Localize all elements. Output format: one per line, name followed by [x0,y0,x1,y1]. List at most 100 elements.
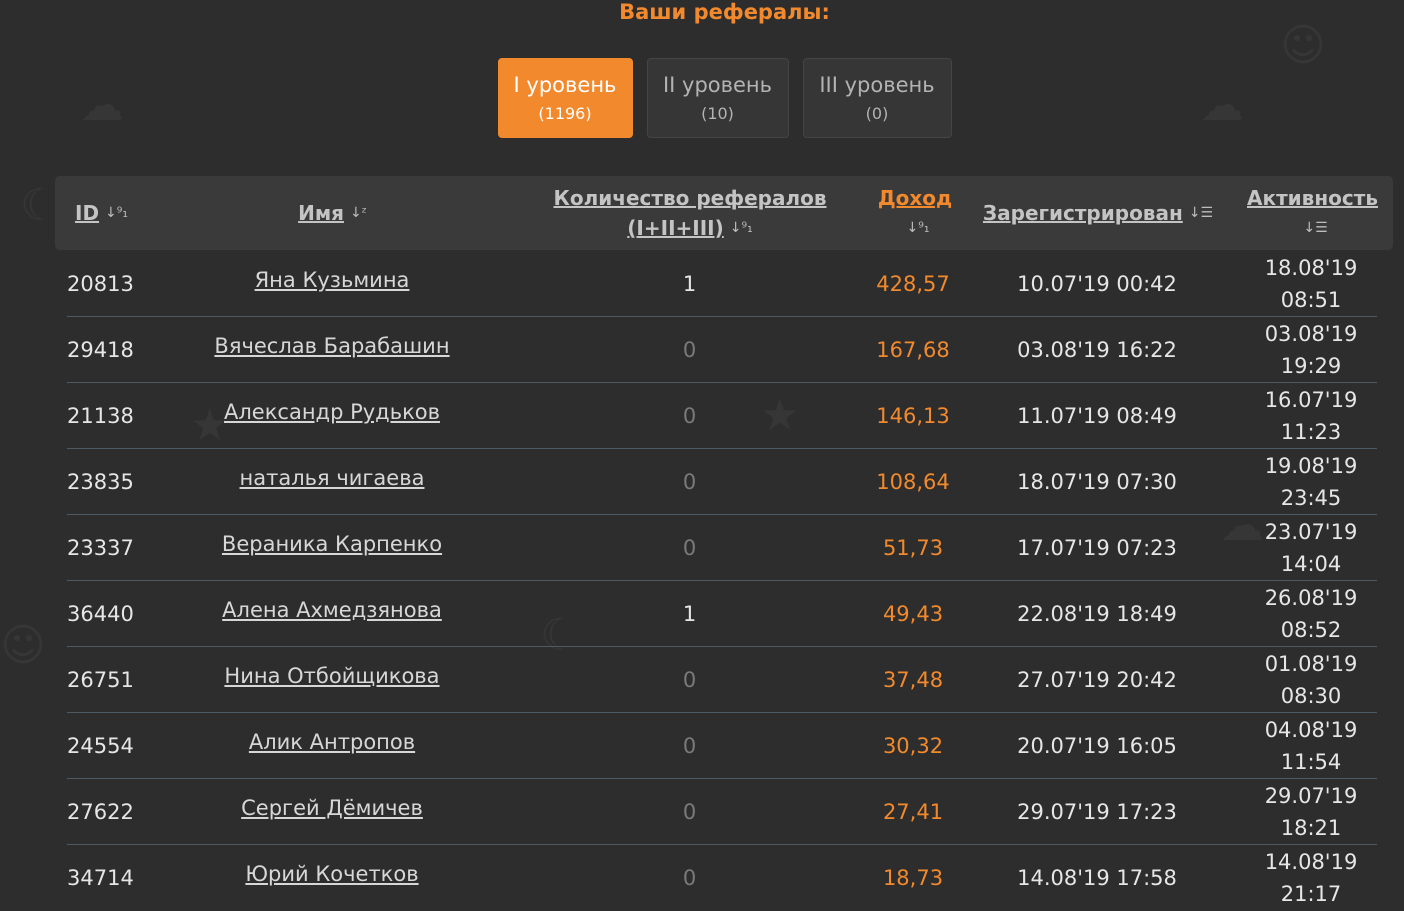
cell-income: 37,48 [882,668,944,692]
table-row: 23337 Вераника Карпенко 0 51,73 17.07'19 07:… [67,515,1377,581]
cell-income: 146,13 [876,404,950,428]
referral-name-link[interactable]: Вячеслав Барабашин [214,334,449,358]
activity-date: 14.08'19 [1264,850,1358,874]
cell-id: 24554 [67,734,134,758]
cell-income: 108,64 [876,470,950,494]
column-header-income[interactable]: Доход ↓⁹₁ [855,176,975,250]
cell-id: 27622 [67,800,134,824]
cell-income: 167,68 [876,338,950,362]
cell-registered: 29.07'19 17:23 [1017,800,1177,824]
tab-level-3[interactable]: III уровень (0) [802,58,952,138]
column-label: Активность [1247,186,1378,210]
activity-time: 08:51 [1280,288,1342,312]
referral-name-link[interactable]: Александр Рудьков [224,400,440,424]
cell-name: Нина Отбойщикова [197,647,467,713]
column-header-activity[interactable]: Активность ↓☰ [1235,176,1390,250]
activity-time: 08:52 [1280,618,1342,642]
cell-referrals: 0 [682,734,697,758]
activity-date: 18.08'19 [1264,256,1358,280]
activity-time: 11:54 [1280,750,1342,774]
table-header: ID ↓⁹₁ Имя ↓ᶻ Количество рефералов (I+II… [55,176,1393,250]
column-label: Зарегистрирован [982,201,1183,225]
cell-referrals: 1 [682,272,697,296]
cell-registered: 22.08'19 18:49 [1017,602,1177,626]
activity-time: 19:29 [1280,354,1342,378]
activity-date: 19.08'19 [1264,454,1358,478]
referral-name-link[interactable]: Алена Ахмедзянова [222,598,442,622]
cell-registered: 18.07'19 07:30 [1017,470,1177,494]
cell-activity: 29.07'19 18:21 [1241,779,1381,845]
referral-name-link[interactable]: Алик Антропов [249,730,415,754]
cell-activity: 26.08'19 08:52 [1241,581,1381,647]
referral-name-link[interactable]: Яна Кузьмина [255,268,410,292]
cell-income: 30,32 [882,734,944,758]
cell-referrals: 0 [682,536,697,560]
tab-count: (1196) [538,104,592,123]
column-label: ID [75,201,100,225]
table-row: 36440 Алена Ахмедзянова 1 49,43 22.08'19 18:… [67,581,1377,647]
column-header-id[interactable]: ID ↓⁹₁ [63,176,155,250]
referral-name-link[interactable]: Юрий Кочетков [245,862,418,886]
sort-alpha-icon: ↓ᶻ [350,205,367,221]
activity-time: 14:04 [1280,552,1342,576]
cell-referrals: 0 [682,470,697,494]
cell-name: Алена Ахмедзянова [197,581,467,647]
referral-name-link[interactable]: Нина Отбойщикова [224,664,439,688]
cell-registered: 17.07'19 07:23 [1017,536,1177,560]
column-header-name[interactable]: Имя ↓ᶻ [185,176,480,250]
cell-registered: 27.07'19 20:42 [1017,668,1177,692]
table-row: 29418 Вячеслав Барабашин 0 167,68 03.08'19 1… [67,317,1377,383]
cell-name: Сергей Дёмичев [197,779,467,845]
section-title: Ваши рефералы: [619,0,830,24]
sort-numeric-icon: ↓⁹₁ [906,220,930,236]
cell-registered: 10.07'19 00:42 [1017,272,1177,296]
cell-name: Вячеслав Барабашин [197,317,467,383]
activity-date: 29.07'19 [1264,784,1358,808]
sort-numeric-icon: ↓⁹₁ [105,205,129,221]
cell-income: 18,73 [882,866,944,890]
column-label: Доход [877,186,953,210]
sort-numeric-icon: ↓⁹₁ [729,220,753,236]
cell-id: 29418 [67,338,134,362]
cell-referrals: 0 [682,800,697,824]
referrals-table-body: 20813 Яна Кузьмина 1 428,57 10.07'19 00:42 18… [67,251,1377,911]
table-row: 27622 Сергей Дёмичев 0 27,41 29.07'19 17:23 2… [67,779,1377,845]
column-header-registered[interactable]: Зарегистрирован ↓☰ [973,176,1223,250]
cell-activity: 03.08'19 19:29 [1241,317,1381,383]
cell-referrals: 0 [682,668,697,692]
activity-date: 26.08'19 [1264,586,1358,610]
cell-activity: 19.08'19 23:45 [1241,449,1381,515]
tab-level-1[interactable]: I уровень (1196) [497,58,633,138]
referral-name-link[interactable]: Сергей Дёмичев [241,796,423,820]
table-row: 26751 Нина Отбойщикова 0 37,48 27.07'19 20:4… [67,647,1377,713]
cell-name: наталья чигаева [197,449,467,515]
cell-name: Александр Рудьков [197,383,467,449]
tab-level-2[interactable]: II уровень (10) [646,58,789,138]
activity-date: 01.08'19 [1264,652,1358,676]
referral-name-link[interactable]: Вераника Карпенко [222,532,442,556]
cell-name: Юрий Кочетков [197,845,467,911]
activity-time: 21:17 [1280,882,1342,906]
cell-income: 27,41 [882,800,944,824]
cell-income: 51,73 [882,536,944,560]
activity-time: 18:21 [1280,816,1342,840]
table-row: 24554 Алик Антропов 0 30,32 20.07'19 16:05 04… [67,713,1377,779]
cell-registered: 14.08'19 17:58 [1017,866,1177,890]
cell-income: 428,57 [876,272,950,296]
column-label: Имя [298,201,345,225]
activity-time: 23:45 [1280,486,1342,510]
activity-time: 11:23 [1280,420,1342,444]
cell-activity: 14.08'19 21:17 [1241,845,1381,911]
referral-name-link[interactable]: наталья чигаева [240,466,425,490]
column-header-referrals[interactable]: Количество рефералов (I+II+III) ↓⁹₁ [540,176,840,250]
table-row: 34714 Юрий Кочетков 0 18,73 14.08'19 17:58 14… [67,845,1377,911]
column-label: Количество рефералов [553,186,827,210]
table-row: 21138 Александр Рудьков 0 146,13 11.07'19 08… [67,383,1377,449]
cell-activity: 01.08'19 08:30 [1241,647,1381,713]
tab-count: (0) [865,104,889,123]
cell-id: 23337 [67,536,134,560]
activity-date: 23.07'19 [1264,520,1358,544]
tab-count: (10) [701,104,734,123]
cell-activity: 23.07'19 14:04 [1241,515,1381,581]
cell-referrals: 0 [682,404,697,428]
